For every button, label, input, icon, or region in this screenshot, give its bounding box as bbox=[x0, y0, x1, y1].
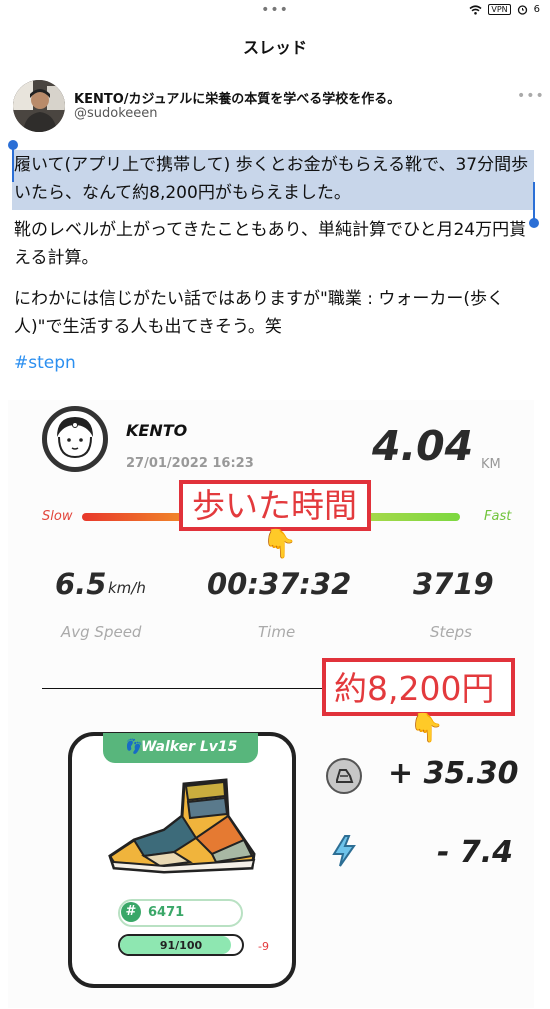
slow-label: Slow bbox=[42, 509, 73, 524]
sneaker-image bbox=[108, 778, 256, 874]
durability-text: 91/100 bbox=[159, 939, 203, 952]
time-label: Time bbox=[258, 623, 296, 641]
status-bar: VPN 6 bbox=[469, 4, 540, 15]
shoe-level: Walker Lv15 bbox=[141, 739, 238, 755]
gst-coin-icon bbox=[326, 758, 362, 794]
distance-unit: KM bbox=[481, 457, 501, 472]
avg-speed-unit: km/h bbox=[108, 579, 146, 597]
stepn-avatar bbox=[42, 406, 108, 472]
distance-value: 4.04 bbox=[372, 422, 474, 470]
author-name[interactable]: KENTO/カジュアルに栄養の本質を学べる学校を作る。 bbox=[74, 88, 400, 107]
durability-change: -9 bbox=[258, 940, 269, 953]
hashtag-link[interactable]: #stepn bbox=[14, 353, 76, 373]
shoe-id: 6471 bbox=[148, 905, 185, 920]
post-paragraph: にわかには信じがたい話ではありますが"職業 : ウォーカー(歩く人)"で生活する… bbox=[14, 289, 504, 337]
pointing-hand-icon: 👇 bbox=[262, 527, 297, 560]
page-title: スレッド bbox=[242, 38, 307, 57]
time-value: 00:37:32 bbox=[207, 567, 352, 601]
author-handle[interactable]: @sudokeeen bbox=[74, 106, 158, 121]
avatar[interactable] bbox=[13, 80, 65, 132]
post-paragraph: 履いて(アプリ上で携帯して) 歩くとお金がもらえる靴で、37分間歩いたら、なんて… bbox=[14, 155, 529, 203]
window-handle-dots[interactable]: ••• bbox=[0, 2, 550, 18]
pointing-hand-icon: 👇 bbox=[409, 711, 444, 744]
energy-used: - 7.4 bbox=[437, 835, 514, 870]
avg-speed-value: 6.5 bbox=[55, 567, 107, 601]
wifi-icon bbox=[469, 4, 482, 15]
steps-label: Steps bbox=[430, 623, 472, 641]
hash-icon: # bbox=[121, 902, 141, 922]
alarm-icon bbox=[517, 5, 527, 15]
divider bbox=[42, 688, 332, 689]
stepn-date: 27/01/2022 16:23 bbox=[126, 456, 254, 471]
vpn-badge: VPN bbox=[488, 4, 511, 15]
post-paragraph: 靴のレベルが上がってきたこともあり、単純計算でひと月24万円貰える計算。 bbox=[14, 220, 527, 268]
shoe-level-tab: 👣Walker Lv15 bbox=[103, 733, 258, 763]
annotation-yen-amount: 約8,200円 bbox=[322, 658, 515, 716]
fast-label: Fast bbox=[484, 509, 512, 524]
annotation-walk-time: 歩いた時間 bbox=[179, 480, 371, 531]
gst-earned: + 35.30 bbox=[388, 756, 519, 791]
steps-value: 3719 bbox=[413, 567, 494, 601]
footprint-icon: 👣 bbox=[123, 739, 142, 755]
energy-bolt-icon bbox=[332, 835, 356, 867]
avg-speed-label: Avg Speed bbox=[61, 623, 142, 641]
stepn-user-name: KENTO bbox=[126, 421, 188, 440]
more-options-icon[interactable]: ••• bbox=[517, 88, 545, 104]
battery-level: 6 bbox=[533, 4, 540, 15]
